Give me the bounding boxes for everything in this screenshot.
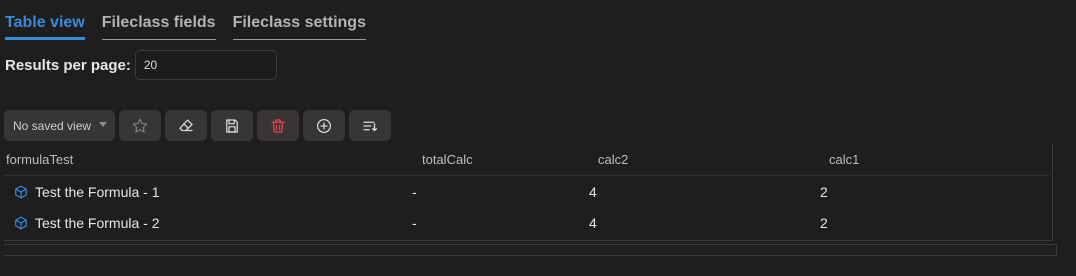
table-row: Test the Formula - 1 - 4 2 (4, 177, 1050, 207)
saved-view-select[interactable]: No saved view (4, 110, 115, 141)
results-table: formulaTest totalCalc calc2 calc1 Test t… (4, 143, 1053, 241)
cell-calc2: 4 (589, 215, 597, 231)
clear-filters-button[interactable] (165, 110, 207, 141)
cell-totalcalc: - (412, 215, 417, 231)
column-header-formulatest[interactable]: formulaTest (6, 143, 73, 176)
file-link-label: Test the Formula - 2 (35, 215, 160, 231)
file-link[interactable]: Test the Formula - 2 (14, 208, 160, 238)
favorite-view-button[interactable] (119, 110, 161, 141)
view-toolbar: No saved view (4, 110, 391, 141)
cube-icon (15, 216, 27, 230)
results-per-page-label: Results per page: (5, 56, 131, 74)
cube-icon (15, 185, 27, 199)
file-link-label: Test the Formula - 1 (35, 184, 160, 200)
tab-bar: Table view Fileclass fields Fileclass se… (5, 14, 366, 40)
column-header-calc1[interactable]: calc1 (829, 143, 859, 176)
chevron-down-icon (99, 122, 107, 127)
saved-view-label: No saved view (13, 118, 92, 133)
file-link[interactable]: Test the Formula - 1 (14, 177, 160, 207)
table-header-row: formulaTest totalCalc calc2 calc1 (4, 143, 1050, 176)
plus-circle-icon (316, 118, 332, 133)
sort-lines-icon (363, 121, 378, 131)
results-per-page: Results per page: (5, 50, 277, 80)
eraser-icon (179, 118, 193, 131)
tab-fileclass-settings[interactable]: Fileclass settings (232, 14, 366, 40)
cell-calc2: 4 (589, 184, 597, 200)
delete-view-button[interactable] (257, 110, 299, 141)
column-header-calc2[interactable]: calc2 (598, 143, 628, 176)
trash-icon (271, 118, 285, 133)
results-per-page-input[interactable] (134, 50, 277, 80)
tab-table-view[interactable]: Table view (5, 14, 85, 40)
column-header-totalcalc[interactable]: totalCalc (422, 143, 473, 176)
sort-button[interactable] (349, 110, 391, 141)
save-icon (226, 118, 238, 133)
cell-totalcalc: - (412, 184, 417, 200)
horizontal-scrollbar[interactable] (4, 244, 1057, 256)
cell-calc1: 2 (820, 184, 828, 200)
tab-fileclass-fields[interactable]: Fileclass fields (101, 14, 216, 40)
cell-calc1: 2 (820, 215, 828, 231)
star-icon (132, 118, 148, 133)
add-button[interactable] (303, 110, 345, 141)
table-row: Test the Formula - 2 - 4 2 (4, 208, 1050, 238)
save-view-button[interactable] (211, 110, 253, 141)
